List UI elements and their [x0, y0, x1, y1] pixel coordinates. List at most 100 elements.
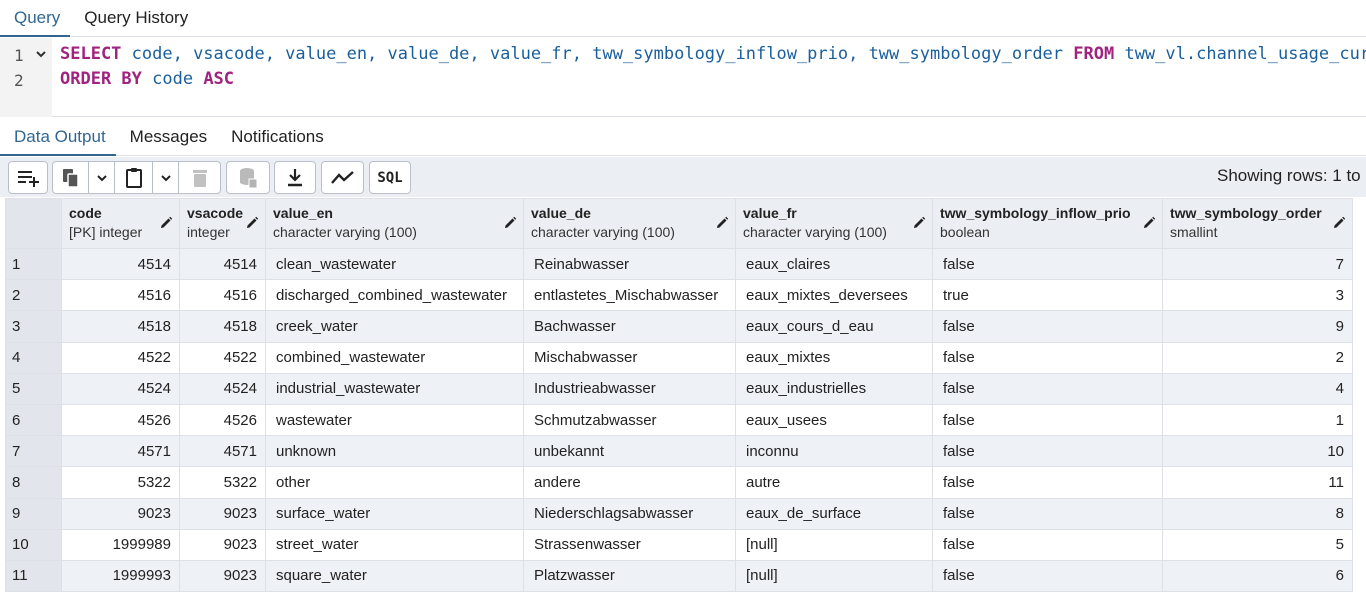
cell-value-en[interactable]: combined_wastewater: [265, 341, 524, 374]
row-number[interactable]: 2: [5, 279, 62, 312]
cell-tww-symbology-inflow-prio[interactable]: false: [932, 435, 1163, 468]
cell-value-fr[interactable]: eaux_claires: [735, 247, 933, 281]
cell-value-de[interactable]: unbekannt: [523, 435, 736, 468]
table-row[interactable]: 3 4518 4518 creek_water Bachwasser eaux_cours…: [5, 310, 1353, 343]
row-number[interactable]: 1: [5, 247, 62, 281]
cell-code[interactable]: 4522: [61, 341, 180, 374]
cell-value-en[interactable]: street_water: [265, 528, 524, 561]
tab-notifications[interactable]: Notifications: [217, 118, 334, 155]
cell-value-de[interactable]: Bachwasser: [523, 310, 736, 343]
cell-tww-symbology-inflow-prio[interactable]: false: [932, 466, 1163, 499]
cell-tww-symbology-order[interactable]: 6: [1162, 559, 1353, 593]
cell-value-en[interactable]: creek_water: [265, 310, 524, 343]
cell-value-en[interactable]: other: [265, 466, 524, 499]
cell-value-en[interactable]: discharged_combined_wastewater: [265, 279, 524, 312]
cell-value-de[interactable]: Reinabwasser: [523, 247, 736, 281]
cell-code[interactable]: 5322: [61, 466, 180, 499]
sql-editor[interactable]: 1 2 SELECT code, vsacode, value_en, valu…: [0, 38, 1366, 117]
column-header-code[interactable]: code [PK] integer: [61, 198, 180, 249]
cell-tww-symbology-order[interactable]: 5: [1162, 528, 1353, 561]
cell-value-fr[interactable]: eaux_de_surface: [735, 497, 933, 530]
cell-value-en[interactable]: clean_wastewater: [265, 247, 524, 281]
tab-query[interactable]: Query: [0, 0, 71, 37]
cell-value-de[interactable]: Platzwasser: [523, 559, 736, 593]
column-header-tww-symbology-inflow-prio[interactable]: tww_symbology_inflow_prio boolean: [932, 198, 1163, 249]
paste-button[interactable]: [115, 162, 153, 193]
download-button[interactable]: [275, 162, 315, 193]
row-number[interactable]: 10: [5, 528, 62, 561]
cell-tww-symbology-inflow-prio[interactable]: false: [932, 247, 1163, 281]
cell-vsacode[interactable]: 4516: [179, 279, 266, 312]
tab-messages[interactable]: Messages: [116, 118, 217, 155]
row-number[interactable]: 11: [5, 559, 62, 593]
cell-value-de[interactable]: Industrieabwasser: [523, 372, 736, 405]
paste-options-button[interactable]: [153, 162, 179, 193]
cell-code[interactable]: 4524: [61, 372, 180, 405]
edit-pencil-icon[interactable]: [159, 216, 173, 230]
cell-value-de[interactable]: Mischabwasser: [523, 341, 736, 374]
table-row[interactable]: 11 1999993 9023 square_water Platzwasser [nul…: [5, 559, 1353, 593]
table-row[interactable]: 2 4516 4516 discharged_combined_wastewater e…: [5, 279, 1353, 312]
row-number[interactable]: 7: [5, 435, 62, 468]
column-header-value-de[interactable]: value_de character varying (100): [523, 198, 736, 249]
row-number[interactable]: 9: [5, 497, 62, 530]
cell-value-fr[interactable]: eaux_industrielles: [735, 372, 933, 405]
cell-value-fr[interactable]: autre: [735, 466, 933, 499]
edit-pencil-icon[interactable]: [503, 216, 517, 230]
cell-tww-symbology-order[interactable]: 11: [1162, 466, 1353, 499]
cell-code[interactable]: 4518: [61, 310, 180, 343]
edit-pencil-icon[interactable]: [1332, 216, 1346, 230]
copy-options-button[interactable]: [89, 162, 115, 193]
cell-vsacode[interactable]: 4522: [179, 341, 266, 374]
table-row[interactable]: 8 5322 5322 other andere autre false 11: [5, 466, 1353, 499]
row-number[interactable]: 5: [5, 372, 62, 405]
row-number[interactable]: 6: [5, 403, 62, 437]
edit-pencil-icon[interactable]: [245, 216, 259, 230]
fold-chevron-icon[interactable]: [34, 47, 48, 61]
cell-tww-symbology-order[interactable]: 1: [1162, 403, 1353, 437]
cell-value-en[interactable]: square_water: [265, 559, 524, 593]
cell-vsacode[interactable]: 5322: [179, 466, 266, 499]
cell-tww-symbology-order[interactable]: 9: [1162, 310, 1353, 343]
cell-value-fr[interactable]: [null]: [735, 559, 933, 593]
cell-vsacode[interactable]: 4518: [179, 310, 266, 343]
cell-value-fr[interactable]: inconnu: [735, 435, 933, 468]
cell-tww-symbology-order[interactable]: 8: [1162, 497, 1353, 530]
cell-tww-symbology-inflow-prio[interactable]: false: [932, 341, 1163, 374]
cell-tww-symbology-inflow-prio[interactable]: false: [932, 403, 1163, 437]
tab-data-output[interactable]: Data Output: [0, 118, 116, 156]
cell-vsacode[interactable]: 4524: [179, 372, 266, 405]
cell-code[interactable]: 9023: [61, 497, 180, 530]
cell-value-fr[interactable]: eaux_usees: [735, 403, 933, 437]
cell-value-en[interactable]: unknown: [265, 435, 524, 468]
cell-tww-symbology-inflow-prio[interactable]: false: [932, 497, 1163, 530]
cell-tww-symbology-inflow-prio[interactable]: false: [932, 372, 1163, 405]
code-line[interactable]: SELECT code, vsacode, value_en, value_de…: [60, 44, 1366, 64]
cell-value-de[interactable]: andere: [523, 466, 736, 499]
cell-code[interactable]: 4526: [61, 403, 180, 437]
cell-tww-symbology-order[interactable]: 3: [1162, 279, 1353, 312]
cell-code[interactable]: 4571: [61, 435, 180, 468]
cell-tww-symbology-order[interactable]: 2: [1162, 341, 1353, 374]
column-header-value-fr[interactable]: value_fr character varying (100): [735, 198, 933, 249]
row-number[interactable]: 8: [5, 466, 62, 499]
edit-pencil-icon[interactable]: [912, 216, 926, 230]
row-number[interactable]: 4: [5, 341, 62, 374]
select-all-corner[interactable]: [5, 198, 62, 249]
table-row[interactable]: 5 4524 4524 industrial_wastewater Industriea…: [5, 372, 1353, 405]
table-row[interactable]: 6 4526 4526 wastewater Schmutzabwasser eaux_u…: [5, 403, 1353, 437]
cell-vsacode[interactable]: 9023: [179, 528, 266, 561]
edit-pencil-icon[interactable]: [1142, 216, 1156, 230]
cell-vsacode[interactable]: 4514: [179, 247, 266, 281]
table-row[interactable]: 1 4514 4514 clean_wastewater Reinabwasser eau…: [5, 247, 1353, 281]
cell-value-de[interactable]: Niederschlagsabwasser: [523, 497, 736, 530]
delete-button[interactable]: [179, 162, 220, 193]
column-header-tww-symbology-order[interactable]: tww_symbology_order smallint: [1162, 198, 1353, 249]
cell-tww-symbology-inflow-prio[interactable]: false: [932, 528, 1163, 561]
cell-value-de[interactable]: Schmutzabwasser: [523, 403, 736, 437]
cell-tww-symbology-inflow-prio[interactable]: false: [932, 310, 1163, 343]
row-number[interactable]: 3: [5, 310, 62, 343]
table-row[interactable]: 10 1999989 9023 street_water Strassenwasser[…: [5, 528, 1353, 561]
cell-value-fr[interactable]: eaux_mixtes: [735, 341, 933, 374]
table-row[interactable]: 7 4571 4571 unknown unbekannt inconnu false 10: [5, 435, 1353, 468]
